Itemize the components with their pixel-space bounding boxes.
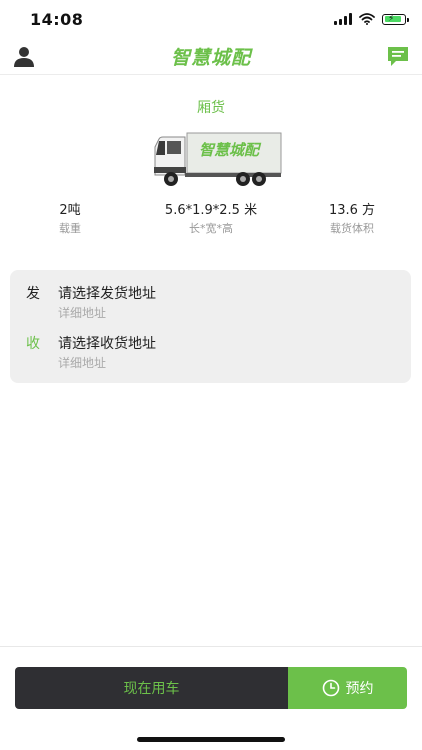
- spec-label: 长*宽*高: [189, 222, 233, 235]
- delivery-address-detail: 详细地址: [58, 356, 107, 370]
- message-icon: [388, 47, 408, 66]
- spec-value: 2吨: [59, 203, 81, 218]
- home-indicator[interactable]: [137, 737, 285, 742]
- delivery-prefix: 收: [26, 336, 40, 352]
- status-icons: ⚡: [334, 13, 409, 25]
- spec-load: 2吨 载重: [0, 199, 140, 236]
- signal-icon: [334, 13, 352, 25]
- spec-volume: 13.6 方 载货体积: [282, 199, 422, 236]
- status-bar: 14:08 ⚡: [0, 0, 422, 40]
- delivery-address-row[interactable]: 收 请选择收货地址 详细地址: [10, 333, 411, 377]
- bottom-divider: [0, 646, 422, 647]
- spec-value: 13.6 方: [328, 203, 376, 218]
- spec-dimensions: 5.6*1.9*2.5 米 长*宽*高: [141, 199, 281, 236]
- pickup-address-title: 请选择发货地址: [58, 286, 156, 302]
- wifi-icon: [359, 13, 375, 25]
- message-button[interactable]: [386, 44, 410, 68]
- pickup-prefix: 发: [26, 286, 40, 302]
- box-truck-icon: 智慧城配: [154, 132, 282, 186]
- address-card: 发 请选择发货地址 详细地址 收 请选择收货地址 详细地址: [10, 270, 411, 383]
- status-time: 14:08: [30, 10, 84, 29]
- app-header: 智慧城配: [0, 40, 422, 75]
- vehicle-type-title: 厢货: [197, 100, 225, 116]
- spec-value: 5.6*1.9*2.5 米: [164, 203, 258, 218]
- delivery-address-title: 请选择收货地址: [58, 336, 156, 352]
- brand-logo: 智慧城配: [170, 47, 251, 69]
- spec-label: 载重: [59, 222, 81, 235]
- reserve-label: 预约: [345, 681, 374, 697]
- pickup-address-detail: 详细地址: [58, 306, 107, 320]
- use-car-now-label: 现在用车: [123, 681, 180, 697]
- battery-icon: ⚡: [382, 13, 409, 25]
- clock-icon: [322, 679, 339, 697]
- spec-label: 载货体积: [330, 222, 374, 235]
- use-car-now-button[interactable]: 现在用车: [15, 667, 288, 709]
- reserve-button[interactable]: 预约: [288, 667, 407, 709]
- truck-brand-text: 智慧城配: [199, 142, 262, 159]
- pickup-address-row[interactable]: 发 请选择发货地址 详细地址: [10, 283, 411, 327]
